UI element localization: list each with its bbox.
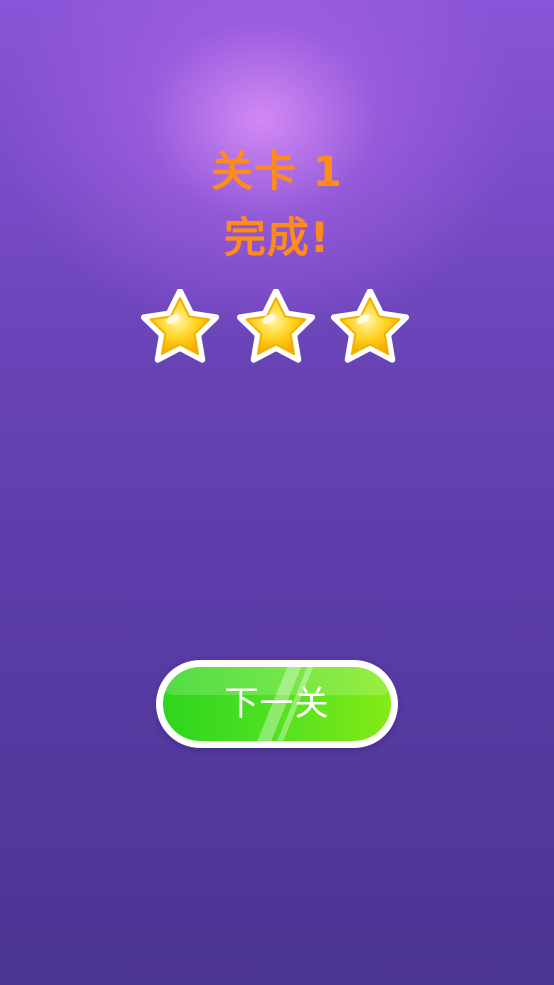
star-icon <box>236 289 316 365</box>
star-rating <box>140 289 412 365</box>
star-icon <box>330 289 410 365</box>
level-complete-screen: 关卡 1 完成! 下一关 <box>0 0 554 985</box>
star-icon <box>140 289 220 365</box>
next-level-label[interactable]: 下一关 <box>163 667 391 741</box>
complete-text: 完成! <box>223 213 331 262</box>
level-title: 关卡 1 <box>211 147 343 196</box>
next-level-button-face[interactable]: 下一关 <box>163 667 391 741</box>
next-level-button[interactable]: 下一关 <box>156 660 398 748</box>
